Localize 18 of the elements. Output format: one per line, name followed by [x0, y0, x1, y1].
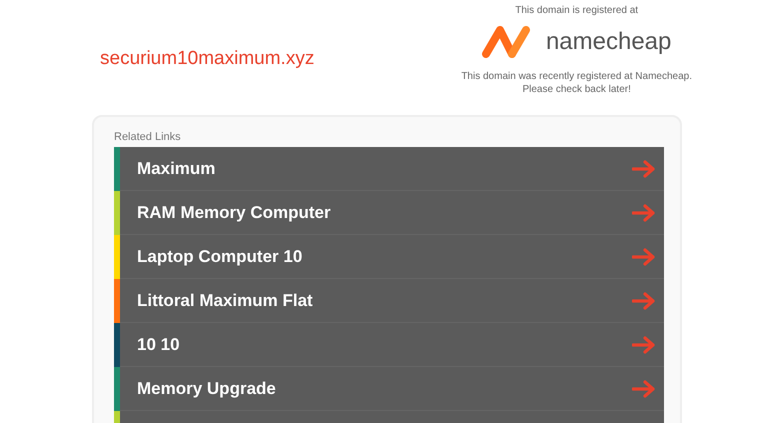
- related-links-title: Related Links: [114, 131, 182, 143]
- related-link[interactable]: Littoral Maximum Flat: [114, 279, 664, 323]
- arrow-icon: [632, 292, 656, 310]
- registered-at-text: This domain is registered at: [515, 5, 638, 16]
- related-link[interactable]: Memory Upgrade: [114, 367, 664, 411]
- arrow-icon: [632, 248, 656, 266]
- arrow-icon: [632, 160, 656, 178]
- logo-wordmark: namecheap: [546, 28, 672, 56]
- registration-note: This domain was recently registered at Namecheap.: [461, 70, 692, 83]
- related-link[interactable]: 10 10: [114, 323, 664, 367]
- registration-note: Please check back later!: [522, 83, 631, 96]
- related-link[interactable]: Maximum: [114, 147, 664, 191]
- related-link[interactable]: RAM Memory Computer: [114, 191, 664, 235]
- arrow-icon: [632, 380, 656, 398]
- related-link[interactable]: Laptop Computer 10: [114, 235, 664, 279]
- domain-name: securium10maximum.xyz: [100, 48, 314, 71]
- arrow-icon: [632, 336, 656, 354]
- arrow-icon: [632, 204, 656, 222]
